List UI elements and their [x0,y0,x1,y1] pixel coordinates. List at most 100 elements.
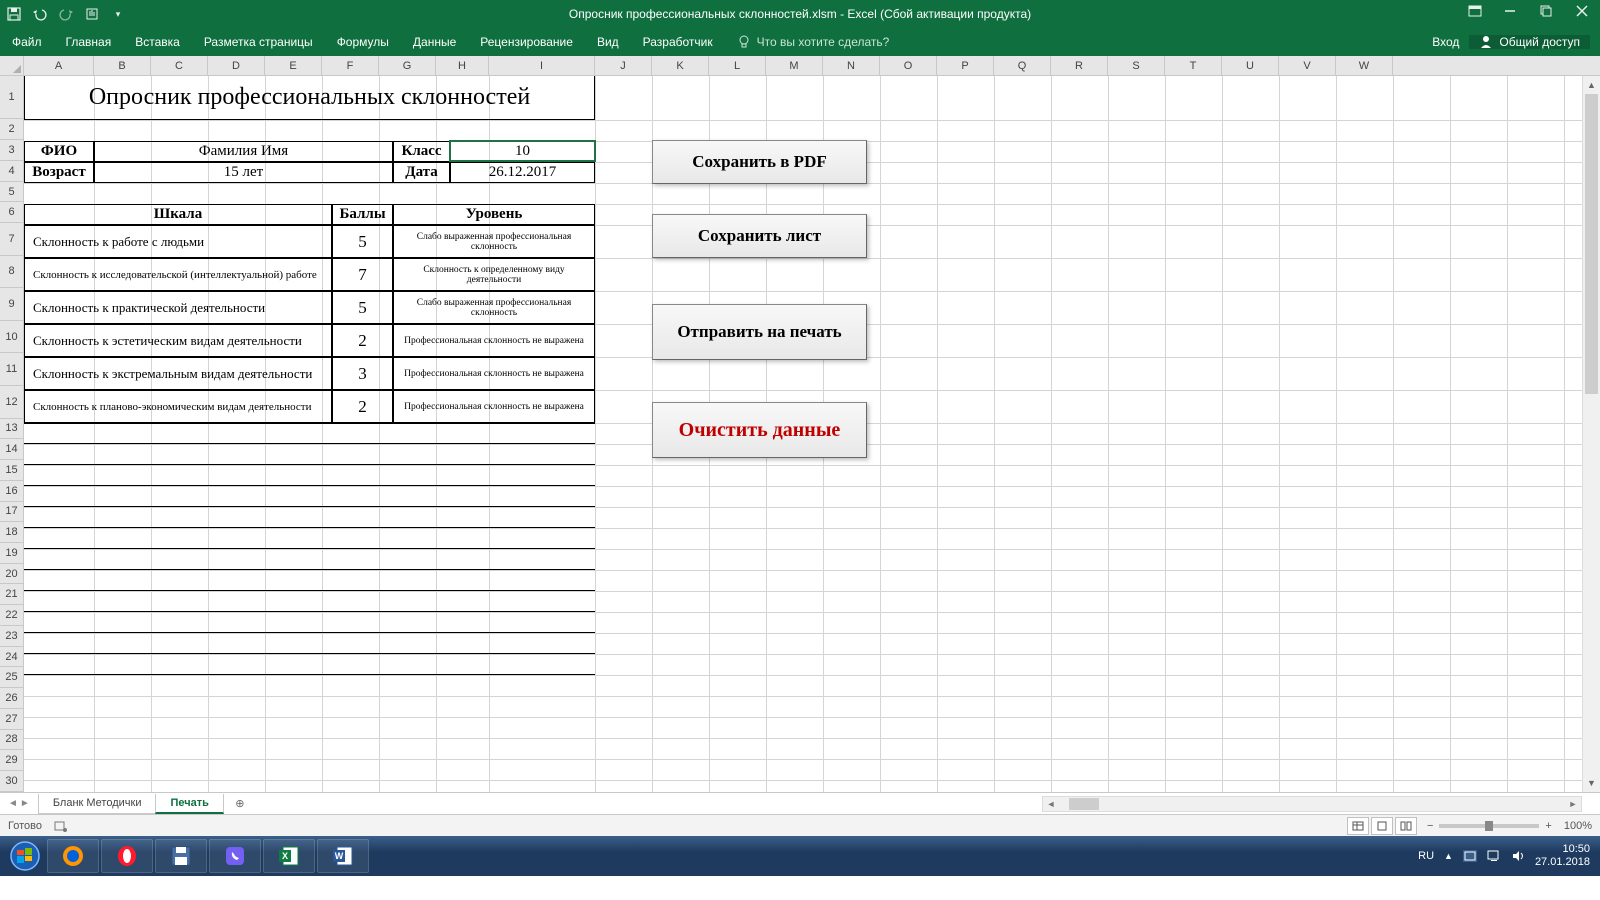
tell-me[interactable]: Что вы хотите сделать? [725,28,902,56]
cell-level[interactable]: Профессиональная склонность не выражена [393,357,595,390]
empty-row[interactable] [24,528,595,549]
tab-Разработчик[interactable]: Разработчик [631,28,725,56]
taskbar-firefox[interactable] [47,839,99,873]
row-header-1[interactable]: 1 [0,76,23,119]
col-header-E[interactable]: E [265,56,322,75]
col-header-I[interactable]: I [489,56,595,75]
cell-score[interactable]: 2 [332,390,393,423]
close-icon[interactable] [1576,5,1594,23]
empty-row[interactable] [24,654,595,675]
cell-scale[interactable]: Склонность к исследовательской (интеллек… [24,258,332,291]
taskbar-viber[interactable] [209,839,261,873]
row-header-5[interactable]: 5 [0,182,23,203]
row-header-24[interactable]: 24 [0,647,23,668]
empty-row[interactable] [24,633,595,654]
tab-Разметка страницы[interactable]: Разметка страницы [192,28,325,56]
cell-scale[interactable]: Склонность к экстремальным видам деятель… [24,357,332,390]
tab-Формулы[interactable]: Формулы [325,28,401,56]
row-header-10[interactable]: 10 [0,321,23,354]
sign-in-link[interactable]: Вход [1432,35,1459,49]
tab-nav[interactable]: ◄► [0,798,38,809]
cell-scale[interactable]: Склонность к работе с людьми [24,225,332,258]
col-header-W[interactable]: W [1336,56,1393,75]
col-header-V[interactable]: V [1279,56,1336,75]
row-header-16[interactable]: 16 [0,481,23,502]
empty-row[interactable] [24,570,595,591]
tab-Главная[interactable]: Главная [54,28,124,56]
sheet-tab-Бланк Методички[interactable]: Бланк Методички [38,794,157,814]
col-header-H[interactable]: H [436,56,489,75]
col-header-C[interactable]: C [151,56,208,75]
row-header-17[interactable]: 17 [0,502,23,523]
empty-row[interactable] [24,486,595,507]
tab-file[interactable]: Файл [0,28,54,56]
row-header-8[interactable]: 8 [0,256,23,289]
vertical-scrollbar[interactable]: ▲ ▼ [1582,76,1600,792]
select-all-triangle[interactable] [0,56,24,75]
undo-icon[interactable] [32,6,48,22]
tray-volume-icon[interactable] [1511,850,1525,862]
tab-Рецензирование[interactable]: Рецензирование [468,28,585,56]
taskbar-word[interactable]: W [317,839,369,873]
row-header-7[interactable]: 7 [0,223,23,256]
zoom-slider[interactable] [1439,824,1539,828]
empty-row[interactable] [24,423,595,444]
maximize-icon[interactable] [1540,5,1558,23]
row-header-13[interactable]: 13 [0,419,23,440]
cell-scale[interactable]: Склонность к эстетическим видам деятельн… [24,324,332,357]
minimize-icon[interactable] [1504,5,1522,23]
cell-scale[interactable]: Склонность к практической деятельности [24,291,332,324]
redo-icon[interactable] [58,6,74,22]
empty-row[interactable] [24,591,595,612]
scroll-up-icon[interactable]: ▲ [1583,76,1600,94]
col-header-A[interactable]: A [24,56,94,75]
save-pdf-button[interactable]: Сохранить в PDF [652,140,867,184]
zoom-level[interactable]: 100% [1564,820,1592,832]
sheet-tab-Печать[interactable]: Печать [155,794,223,814]
row-header-15[interactable]: 15 [0,460,23,481]
row-header-28[interactable]: 28 [0,730,23,751]
cell-score[interactable]: 7 [332,258,393,291]
row-header-2[interactable]: 2 [0,119,23,140]
row-header-3[interactable]: 3 [0,140,23,161]
cell-score[interactable]: 2 [332,324,393,357]
col-header-F[interactable]: F [322,56,379,75]
row-header-14[interactable]: 14 [0,439,23,460]
empty-row[interactable] [24,612,595,633]
col-header-S[interactable]: S [1108,56,1165,75]
cell-score[interactable]: 5 [332,225,393,258]
ribbon-options-icon[interactable] [1468,5,1486,23]
col-header-D[interactable]: D [208,56,265,75]
cell-scale[interactable]: Склонность к планово-экономическим видам… [24,390,332,423]
col-header-N[interactable]: N [823,56,880,75]
row-header-22[interactable]: 22 [0,605,23,626]
row-header-30[interactable]: 30 [0,771,23,792]
horizontal-scrollbar[interactable]: ◄► [1042,796,1582,812]
row-header-18[interactable]: 18 [0,522,23,543]
print-button[interactable]: Отправить на печать [652,304,867,360]
macro-record-icon[interactable] [54,820,68,832]
value-class[interactable]: 10 [450,141,595,162]
tab-Данные[interactable]: Данные [401,28,468,56]
tray-clock[interactable]: 10:50 27.01.2018 [1535,843,1590,869]
row-header-25[interactable]: 25 [0,667,23,688]
cell-level[interactable]: Слабо выраженная профессиональная склонн… [393,225,595,258]
cell-level[interactable]: Профессиональная склонность не выражена [393,390,595,423]
zoom-in-button[interactable]: + [1545,820,1551,832]
col-header-G[interactable]: G [379,56,436,75]
col-header-M[interactable]: M [766,56,823,75]
row-header-12[interactable]: 12 [0,386,23,419]
col-header-P[interactable]: P [937,56,994,75]
scroll-thumb[interactable] [1585,94,1598,394]
view-page-layout-button[interactable] [1371,817,1393,835]
row-header-4[interactable]: 4 [0,161,23,182]
row-header-11[interactable]: 11 [0,353,23,386]
col-header-U[interactable]: U [1222,56,1279,75]
col-header-J[interactable]: J [595,56,652,75]
tray-lang[interactable]: RU [1418,850,1434,862]
tray-arrow-icon[interactable]: ▲ [1444,851,1453,861]
value-date[interactable]: 26.12.2017 [450,162,595,183]
view-page-break-button[interactable] [1395,817,1417,835]
taskbar-opera[interactable] [101,839,153,873]
cells-area[interactable]: Опросник профессиональных склонностей ФИ… [24,76,1600,792]
